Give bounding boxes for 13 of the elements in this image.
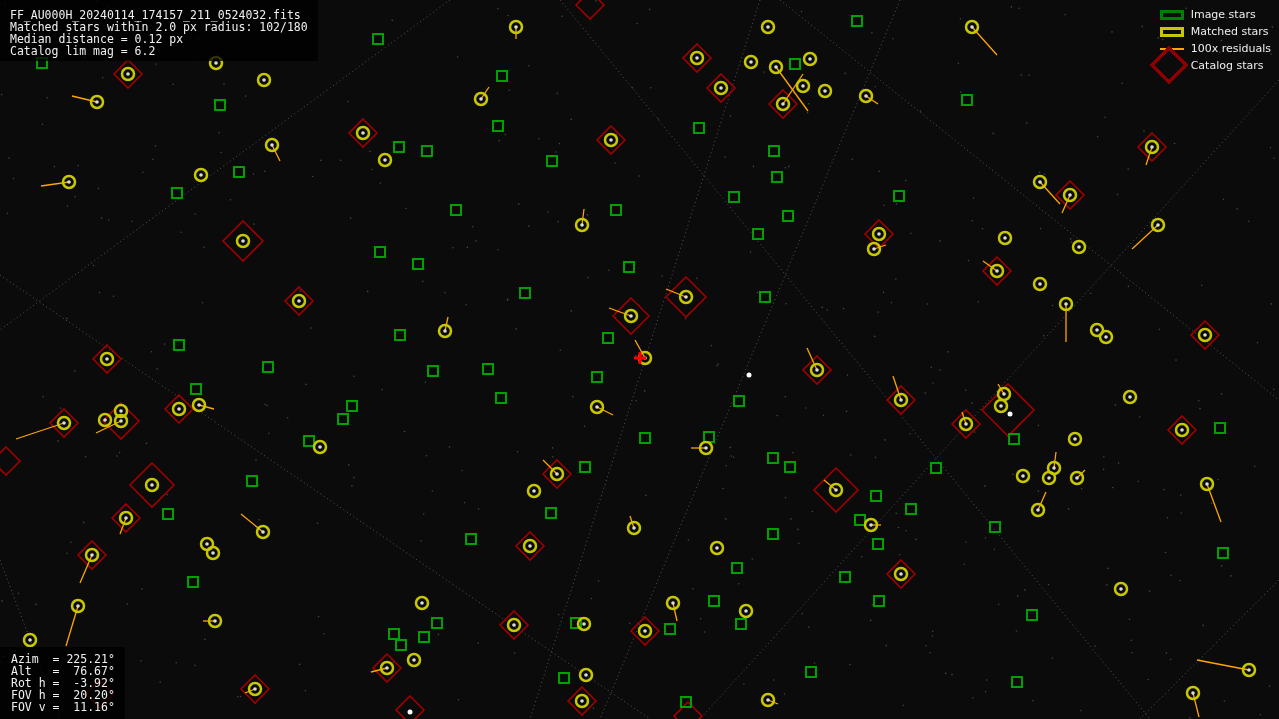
legend-label: Matched stars xyxy=(1190,25,1269,38)
legend-label: Catalog stars xyxy=(1190,59,1264,72)
header-line: FF_AU000H_20240114_174157_211_0524032.fits xyxy=(10,9,302,21)
pointing-line: Rot h = -3.92° xyxy=(11,677,115,689)
header-line: Catalog lim mag = 6.2 xyxy=(10,45,157,57)
legend-label: Image stars xyxy=(1190,8,1256,21)
header-line: Median distance = 0.12 px xyxy=(10,33,184,45)
legend-label: 100x residuals xyxy=(1190,42,1271,55)
pointing-line: FOV h = 20.20° xyxy=(11,689,115,701)
pointing-line: Azim = 225.21° xyxy=(11,653,115,665)
header-line: Matched stars within 2.0 px radius: 102/180 xyxy=(10,21,308,33)
pointing-line: Alt = 76.67° xyxy=(11,665,115,677)
pointing-line: FOV v = 11.16° xyxy=(11,701,115,713)
